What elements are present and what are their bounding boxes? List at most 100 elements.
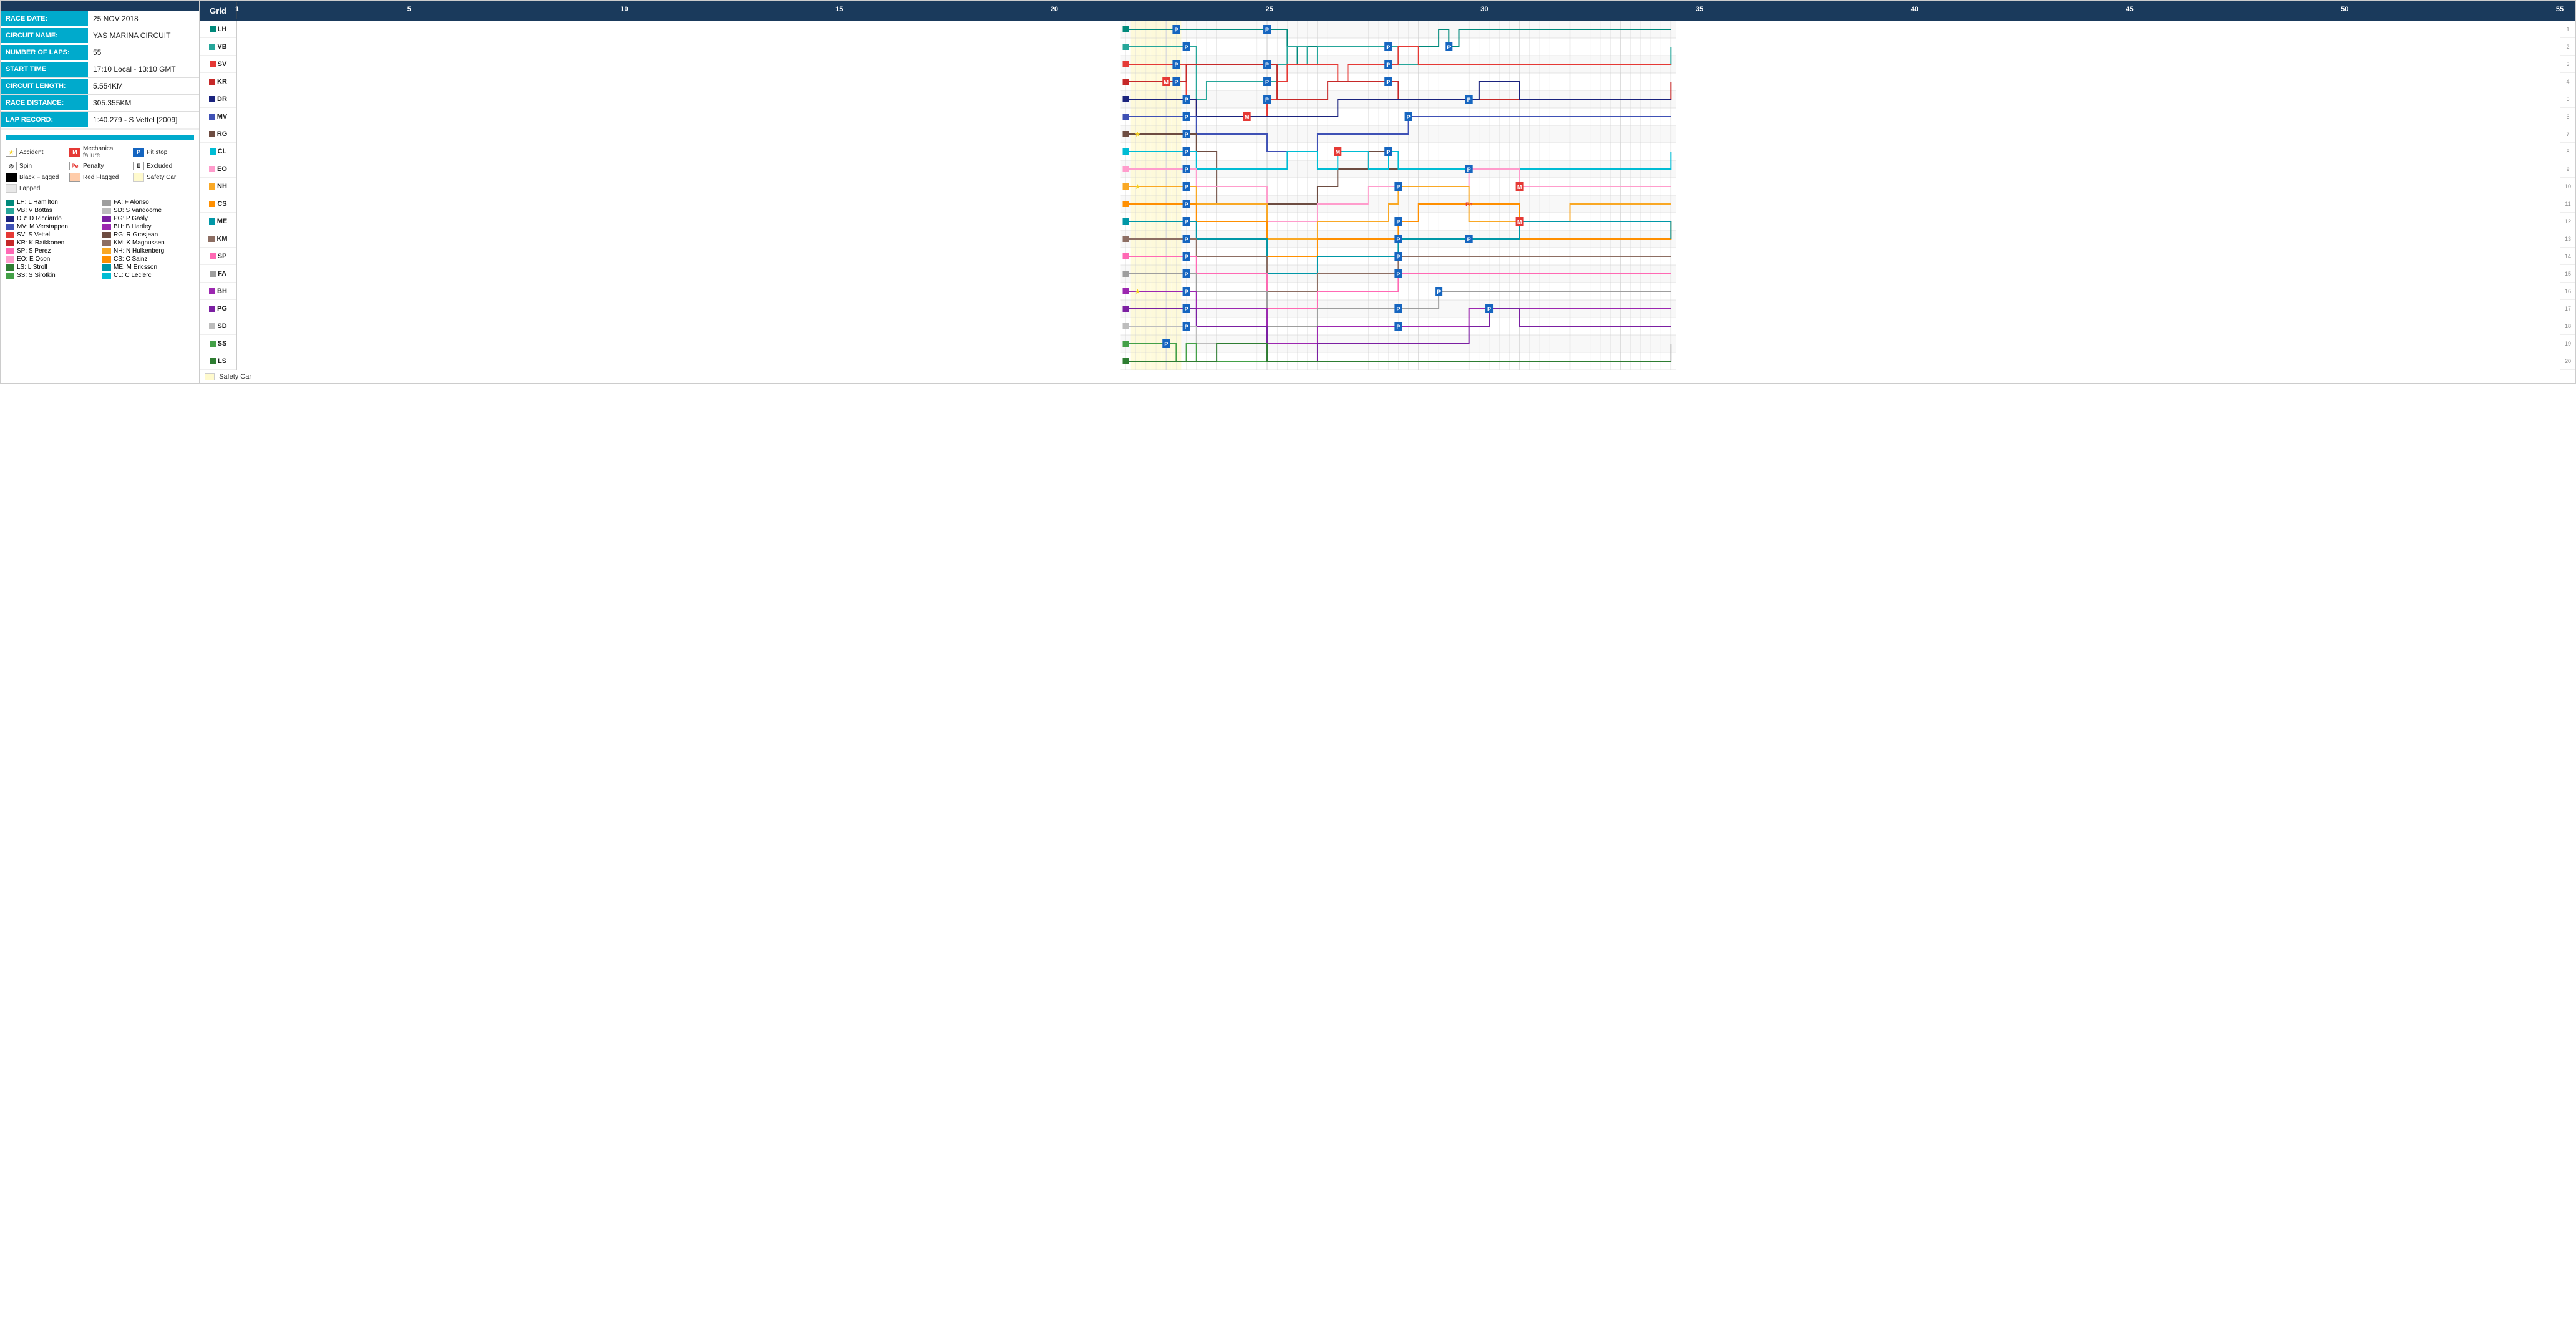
position-label: 18 <box>2560 317 2575 335</box>
driver-color-swatch <box>6 240 14 246</box>
driver-color-swatch <box>6 216 14 222</box>
driver-row-label: CL <box>200 143 236 160</box>
driver-legend-item: CL: C Leclerc <box>102 271 194 279</box>
accident-star-icon: ★ <box>1135 131 1141 138</box>
driver-row-label: SV <box>200 56 236 73</box>
chart-wrapper: Grid 1510152025303540455055 LHVBSVKRDRMV… <box>200 1 2575 370</box>
pit-label-me: P <box>1185 219 1188 225</box>
key-grid: ★AccidentMMechanical failurePPit stop◎Sp… <box>6 145 194 193</box>
driver-row-label: ME <box>200 213 236 230</box>
drivers-col1: LH: L HamiltonVB: V BottasDR: D Ricciard… <box>6 198 97 279</box>
driver-color-indicator <box>209 288 215 294</box>
driver-row-label: SS <box>200 335 236 352</box>
driver-name: NH: N Hulkenberg <box>114 248 164 254</box>
info-value: 55 <box>88 44 106 61</box>
driver-abbr-label: SD <box>217 322 226 330</box>
driver-abbr-label: BH <box>217 288 227 295</box>
driver-name: SS: S Sirotkin <box>17 272 56 279</box>
driver-name: BH: B Hartley <box>114 223 152 230</box>
driver-abbr-label: LH <box>218 26 227 33</box>
driver-row-label: SP <box>200 248 236 265</box>
driver-start-nh <box>1123 183 1129 190</box>
driver-start-ss <box>1123 341 1129 347</box>
driver-start-sd <box>1123 323 1129 329</box>
key-swatch <box>6 173 17 182</box>
pit-label-eo: M <box>1517 184 1522 190</box>
position-label: 6 <box>2560 108 2575 125</box>
pit-label-mv: P <box>1185 114 1188 120</box>
key-label: Black Flagged <box>19 174 59 181</box>
key-label: Mechanical failure <box>83 145 130 159</box>
driver-start-ls <box>1123 358 1129 364</box>
key-swatch <box>133 173 144 182</box>
key-item: EExcluded <box>133 161 194 171</box>
pit-label-sv: P <box>1265 97 1269 103</box>
position-label: 13 <box>2560 230 2575 248</box>
race-chart-svg: ★★★PPPPPPPPPMMPPPPPPPPPMPPPMPPMPPPPPPPPP… <box>237 21 2560 370</box>
info-label: RACE DATE: <box>1 11 88 26</box>
pit-label-eo: P <box>1467 167 1471 173</box>
safety-car-swatch <box>205 373 215 380</box>
driver-name: DR: D Ricciardo <box>17 215 62 222</box>
driver-row-label: DR <box>200 90 236 108</box>
driver-legend: LH: L HamiltonVB: V BottasDR: D Ricciard… <box>6 198 194 279</box>
info-row: RACE DATE:25 NOV 2018 <box>1 11 199 27</box>
key-label: Excluded <box>147 163 172 170</box>
info-value: 25 NOV 2018 <box>88 11 143 27</box>
drivers-col2: FA: F AlonsoSD: S VandoornePG: P GaslyBH… <box>102 198 194 279</box>
pit-label-kr: M <box>1164 79 1169 85</box>
driver-color-indicator <box>210 271 216 277</box>
pit-label-cs: P <box>1185 201 1188 208</box>
driver-color-indicator <box>209 114 215 120</box>
driver-legend-item: SD: S Vandoorne <box>102 206 194 215</box>
right-panel: Grid 1510152025303540455055 LHVBSVKRDRMV… <box>200 0 2576 384</box>
left-panel: RACE DATE:25 NOV 2018CIRCUIT NAME:YAS MA… <box>0 0 200 384</box>
pit-label-cl: P <box>1185 149 1188 155</box>
driver-abbr-label: ME <box>217 218 228 225</box>
driver-color-swatch <box>6 248 14 254</box>
key-swatch <box>6 184 17 193</box>
lap-number-label: 30 <box>1480 6 1488 13</box>
driver-name: CS: C Sainz <box>114 256 147 263</box>
info-row: NUMBER OF LAPS:55 <box>1 44 199 61</box>
driver-legend-item: SV: S Vettel <box>6 231 97 239</box>
accident-star-icon: ★ <box>1135 183 1141 191</box>
position-label: 17 <box>2560 300 2575 317</box>
pit-label-lh: P <box>1447 44 1451 51</box>
driver-legend-item: VB: V Bottas <box>6 206 97 215</box>
driver-abbr-label: VB <box>217 43 226 51</box>
position-label: 20 <box>2560 352 2575 370</box>
driver-name: VB: V Bottas <box>17 207 52 214</box>
driver-name: ME: M Ericsson <box>114 264 157 271</box>
driver-color-swatch <box>102 232 111 238</box>
driver-color-indicator <box>210 148 216 155</box>
pit-label-sv: M <box>1245 114 1250 120</box>
info-value: 17:10 Local - 13:10 GMT <box>88 61 181 77</box>
position-label: 10 <box>2560 178 2575 195</box>
driver-color-indicator <box>209 218 215 225</box>
pit-label-fa: P <box>1437 289 1441 295</box>
driver-color-indicator <box>209 44 215 50</box>
driver-start-rg <box>1123 131 1129 137</box>
driver-abbr-label: CS <box>217 200 226 208</box>
key-swatch: E <box>133 162 144 170</box>
driver-start-dr <box>1123 96 1129 102</box>
driver-abbr-label: FA <box>218 270 226 278</box>
driver-row-label: KR <box>200 73 236 90</box>
driver-legend-item: ME: M Ericsson <box>102 263 194 271</box>
key-item: MMechanical failure <box>69 145 130 160</box>
driver-name: FA: F Alonso <box>114 199 149 206</box>
driver-legend-item: LH: L Hamilton <box>6 198 97 206</box>
pit-label-sv: P <box>1386 62 1390 68</box>
driver-legend-item: LS: L Stroll <box>6 263 97 271</box>
info-row: RACE DISTANCE:305.355KM <box>1 95 199 112</box>
info-row: CIRCUIT NAME:YAS MARINA CIRCUIT <box>1 27 199 44</box>
pit-label-cs: P <box>1396 219 1400 225</box>
key-label: Pit stop <box>147 149 167 156</box>
position-label: 16 <box>2560 283 2575 300</box>
driver-row-label: CS <box>200 195 236 213</box>
position-label: 3 <box>2560 56 2575 73</box>
driver-start-km <box>1123 236 1129 242</box>
driver-name: LS: L Stroll <box>17 264 47 271</box>
key-swatch: M <box>69 148 80 157</box>
